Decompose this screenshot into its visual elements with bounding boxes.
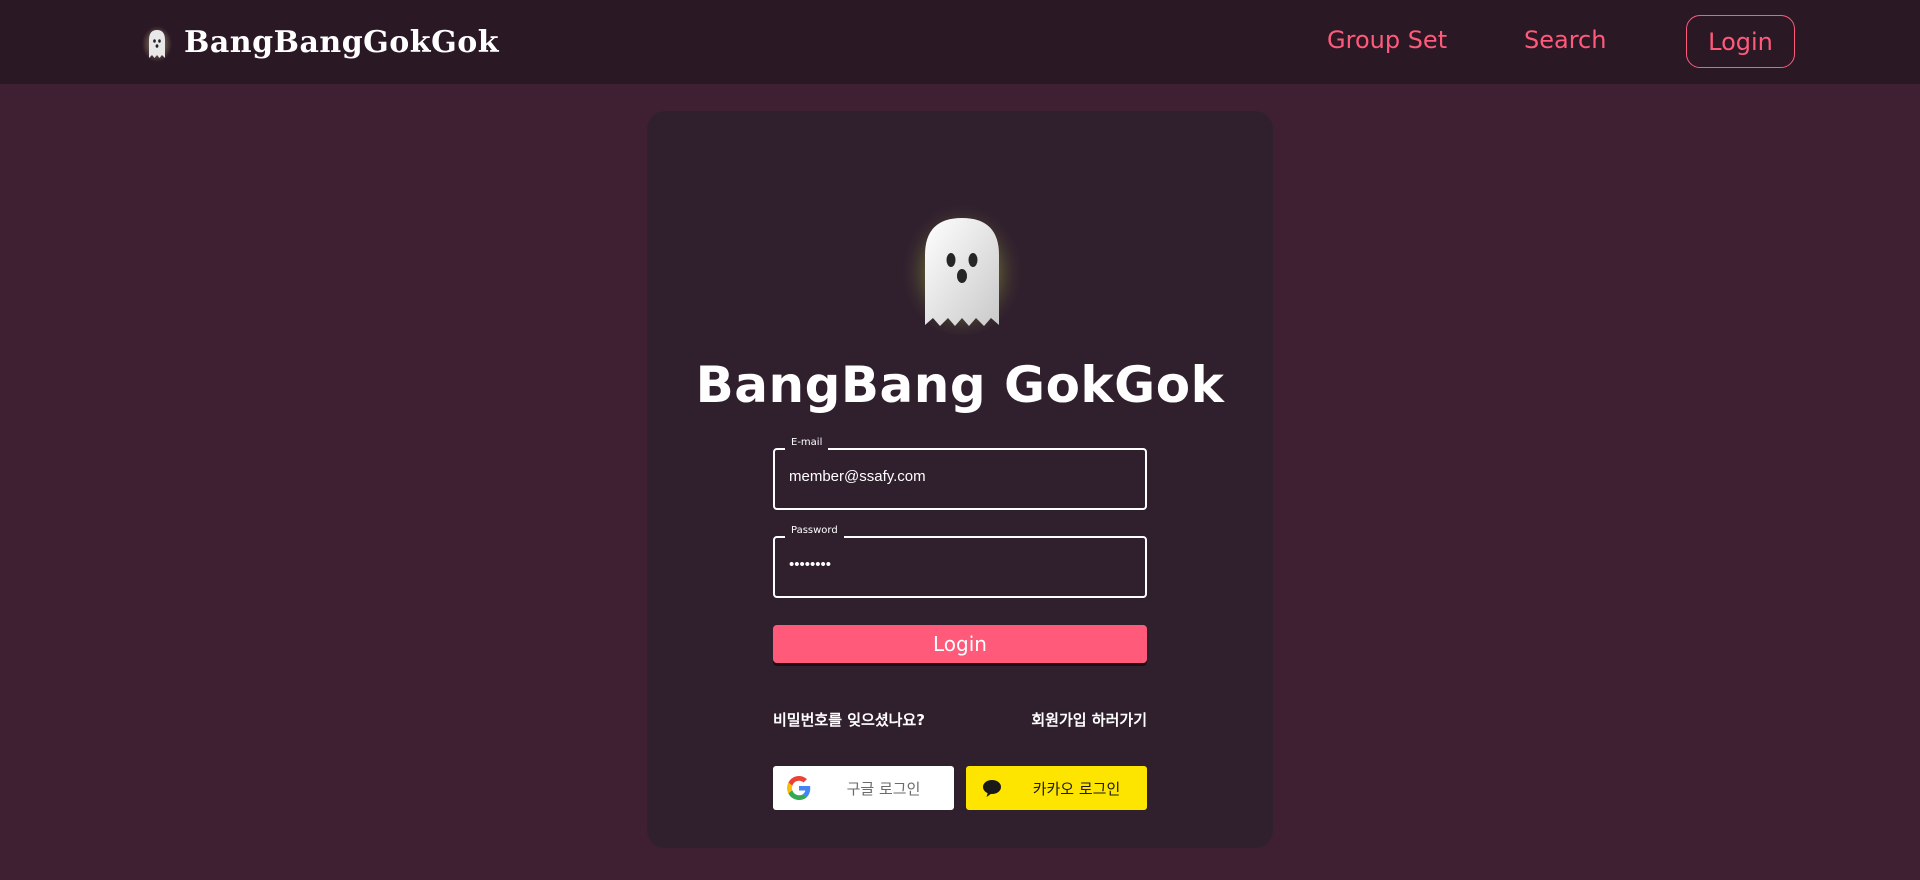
google-login-label: 구글 로그인 [846,780,921,798]
brand-logo-link[interactable]: BangBangGokGok [142,18,499,66]
password-field: Password [773,524,1147,598]
ghost-logo-icon [142,26,172,62]
google-icon [787,776,811,800]
email-field: E-mail [773,436,1147,510]
email-input[interactable] [789,468,1129,485]
brand-name: BangBangGokGok [184,24,499,60]
password-label: Password [785,524,844,538]
nav-login-button[interactable]: Login [1686,15,1795,68]
ghost-hero-icon [900,195,1024,335]
forgot-password-link[interactable]: 비밀번호를 잊으셨나요? [773,709,925,730]
login-title: BangBang GokGok [695,356,1225,414]
google-login-button[interactable]: 구글 로그인 [773,766,954,810]
signup-link[interactable]: 회원가입 하러가기 [1031,709,1147,730]
password-input[interactable] [789,556,1129,573]
kakao-chat-icon [983,780,1001,797]
top-navbar: BangBangGokGok Group Set Search Login [0,0,1920,84]
email-label: E-mail [785,436,829,450]
login-submit-button[interactable]: Login [773,625,1147,663]
kakao-login-label: 카카오 로그인 [1032,780,1121,798]
nav-search[interactable]: Search [1524,26,1606,54]
kakao-login-button[interactable]: 카카오 로그인 [966,766,1147,810]
nav-group-set[interactable]: Group Set [1327,26,1447,54]
